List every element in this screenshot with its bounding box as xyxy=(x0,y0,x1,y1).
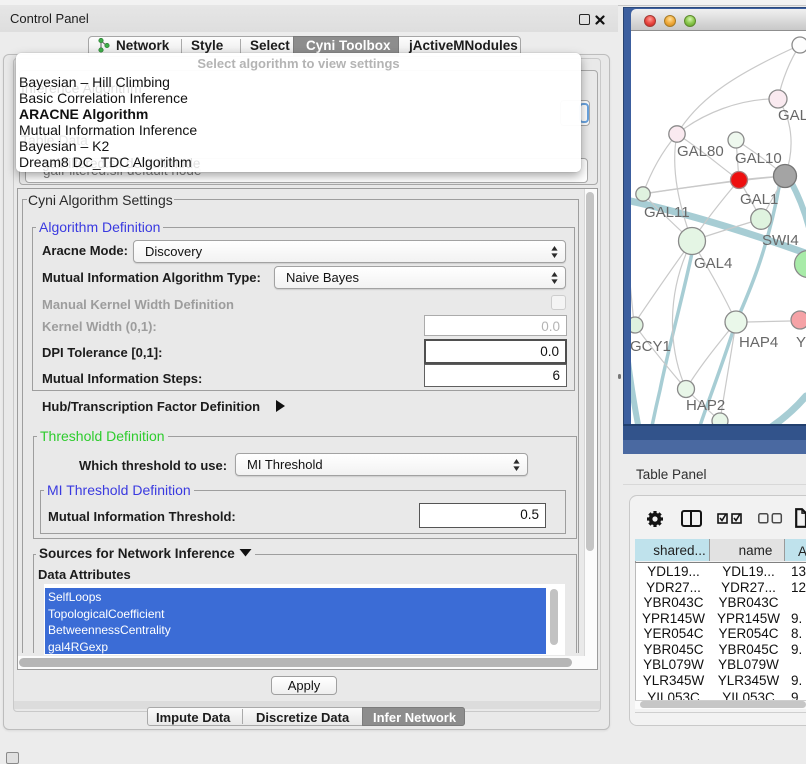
svg-text:SWI4: SWI4 xyxy=(762,232,799,249)
svg-text:GCY1: GCY1 xyxy=(631,338,671,355)
svg-text:GAL: GAL xyxy=(778,107,806,124)
svg-text:GAL80: GAL80 xyxy=(677,143,724,160)
svg-text:GAL10: GAL10 xyxy=(735,150,782,167)
svg-text:HAP4: HAP4 xyxy=(739,334,778,351)
svg-text:Y: Y xyxy=(796,334,806,351)
svg-text:GAL4: GAL4 xyxy=(694,255,732,272)
svg-text:HAP2: HAP2 xyxy=(686,397,725,414)
svg-text:GAL1: GAL1 xyxy=(740,191,778,208)
svg-text:GAL11: GAL11 xyxy=(644,204,690,221)
